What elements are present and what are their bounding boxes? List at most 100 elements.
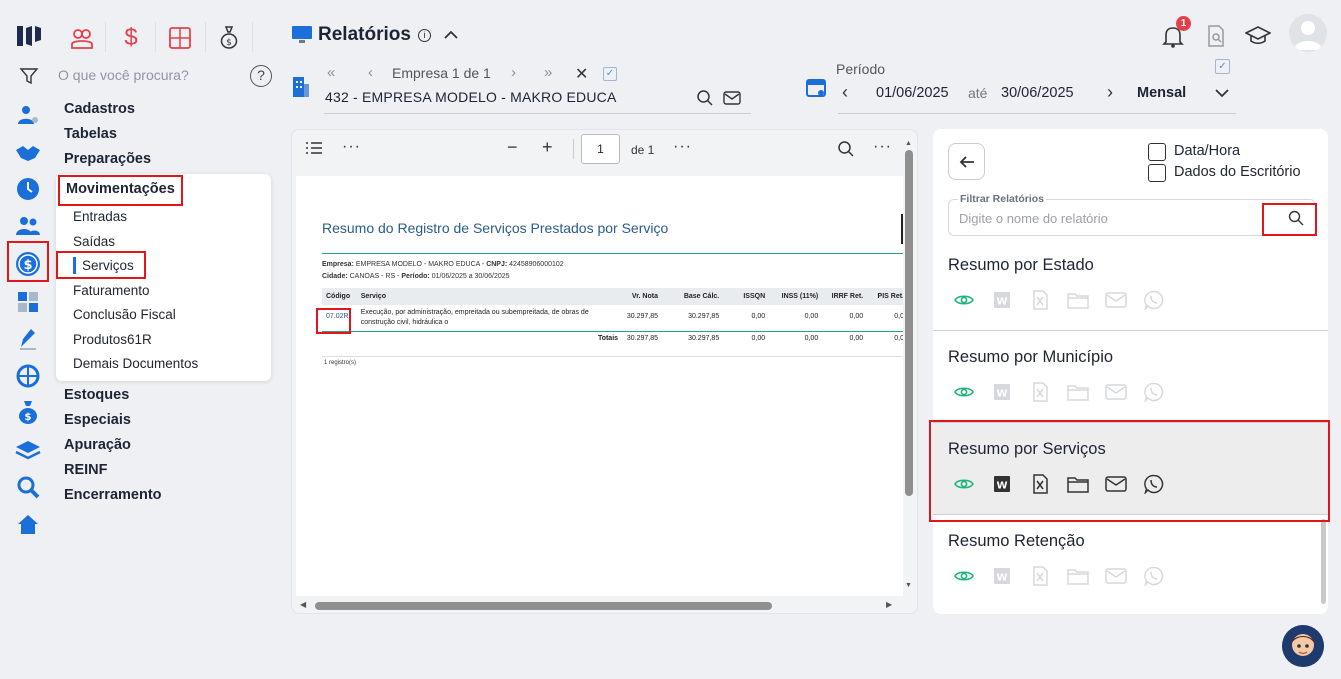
- eye-icon[interactable]: [953, 381, 975, 403]
- whatsapp-icon[interactable]: [1143, 473, 1165, 495]
- horizontal-scrollbar[interactable]: [315, 602, 772, 610]
- submenu-entradas[interactable]: Entradas: [73, 209, 127, 224]
- pdf-search-icon[interactable]: [837, 140, 855, 158]
- menu-cadastros[interactable]: Cadastros: [64, 101, 135, 117]
- menu-preparacoes[interactable]: Preparações: [64, 151, 151, 167]
- menu-reinf[interactable]: REINF: [64, 462, 108, 478]
- eye-icon[interactable]: [953, 289, 975, 311]
- submenu-conclusao-fiscal[interactable]: Conclusão Fiscal: [73, 307, 176, 322]
- info-icon[interactable]: i: [418, 29, 431, 42]
- first-company-button[interactable]: «: [327, 64, 335, 81]
- folder-icon[interactable]: [1067, 381, 1089, 403]
- period-start[interactable]: 01/06/2025: [876, 85, 949, 101]
- scroll-left-arrow[interactable]: ◀: [300, 600, 306, 609]
- close-icon[interactable]: ✕: [575, 64, 588, 84]
- funnel-icon[interactable]: [19, 66, 39, 86]
- magnifier-icon[interactable]: [14, 473, 42, 501]
- next-company-button[interactable]: ›: [511, 64, 516, 81]
- company-name[interactable]: 432 - EMPRESA MODELO - MAKRO EDUCA: [325, 89, 617, 105]
- calculator-icon[interactable]: [14, 288, 42, 316]
- more-center-icon[interactable]: ···: [673, 138, 692, 156]
- menu-tabelas[interactable]: Tabelas: [64, 126, 117, 142]
- menu-apuracao[interactable]: Apuração: [64, 437, 131, 453]
- help-icon[interactable]: ?: [250, 65, 272, 87]
- users-gear-icon[interactable]: [14, 101, 42, 129]
- document-search-icon[interactable]: [1206, 24, 1226, 48]
- filter-search-icon[interactable]: [1288, 210, 1304, 226]
- people-outline-icon[interactable]: [70, 26, 94, 50]
- scroll-down-arrow[interactable]: ▼: [905, 582, 912, 589]
- user-avatar[interactable]: [1289, 14, 1327, 52]
- more-left-icon[interactable]: ···: [342, 138, 361, 156]
- report-item-servicos[interactable]: Resumo por Serviços: [933, 423, 1328, 515]
- menu-encerramento[interactable]: Encerramento: [64, 487, 162, 503]
- back-button[interactable]: [948, 143, 985, 180]
- scroll-up-arrow[interactable]: ▲: [905, 140, 912, 147]
- app-logo[interactable]: [14, 22, 44, 50]
- dollar-sign-icon[interactable]: $: [120, 24, 142, 52]
- excel-icon[interactable]: [1029, 565, 1051, 587]
- zoom-in-button[interactable]: +: [542, 137, 553, 158]
- dollar-icon[interactable]: $: [14, 250, 42, 278]
- word-icon[interactable]: W: [991, 473, 1013, 495]
- folder-icon[interactable]: [1067, 473, 1089, 495]
- word-icon[interactable]: W: [991, 381, 1013, 403]
- period-mode-select[interactable]: Mensal: [1137, 85, 1186, 101]
- folder-icon[interactable]: [1067, 289, 1089, 311]
- filter-input[interactable]: Digite o nome do relatório: [959, 211, 1108, 226]
- mail-icon[interactable]: [723, 90, 741, 106]
- submenu-servicos[interactable]: Serviços: [82, 258, 134, 273]
- word-icon[interactable]: W: [991, 565, 1013, 587]
- pen-icon[interactable]: [14, 325, 42, 353]
- zoom-out-button[interactable]: −: [507, 137, 518, 158]
- period-checkbox[interactable]: ✓: [1215, 59, 1230, 74]
- page-number-input[interactable]: 1: [581, 134, 620, 164]
- excel-icon[interactable]: [1029, 473, 1051, 495]
- eye-icon[interactable]: [953, 565, 975, 587]
- handshake-icon[interactable]: [14, 139, 42, 167]
- company-search-icon[interactable]: [696, 89, 714, 107]
- prev-company-button[interactable]: ‹: [368, 64, 373, 81]
- company-checkbox[interactable]: ✓: [603, 67, 617, 81]
- submenu-faturamento[interactable]: Faturamento: [73, 283, 150, 298]
- vertical-scrollbar[interactable]: [905, 150, 913, 496]
- submenu-saidas[interactable]: Saídas: [73, 234, 115, 249]
- clock-icon[interactable]: [14, 175, 42, 203]
- last-company-button[interactable]: »: [544, 64, 552, 81]
- chevron-down-icon[interactable]: [1214, 86, 1230, 100]
- assistant-avatar[interactable]: [1282, 625, 1324, 667]
- calculator-outline-icon[interactable]: [168, 26, 192, 50]
- email-icon[interactable]: [1105, 473, 1127, 495]
- more-right-icon[interactable]: ···: [873, 138, 892, 156]
- word-icon[interactable]: W: [991, 289, 1013, 311]
- outline-toggle-icon[interactable]: [305, 141, 323, 155]
- graduation-cap-icon[interactable]: [1244, 25, 1272, 47]
- home-icon[interactable]: [14, 510, 42, 538]
- datahora-checkbox[interactable]: [1148, 143, 1166, 161]
- menu-estoques[interactable]: Estoques: [64, 387, 129, 403]
- email-icon[interactable]: [1105, 289, 1127, 311]
- money-bag-outline-icon[interactable]: $: [218, 24, 240, 52]
- panel-scrollbar[interactable]: [1321, 519, 1326, 604]
- email-icon[interactable]: [1105, 565, 1127, 587]
- whatsapp-icon[interactable]: [1143, 289, 1165, 311]
- folder-icon[interactable]: [1067, 565, 1089, 587]
- whatsapp-icon[interactable]: [1143, 381, 1165, 403]
- excel-icon[interactable]: [1029, 289, 1051, 311]
- scroll-right-arrow[interactable]: ▶: [886, 600, 892, 609]
- prev-period-button[interactable]: ‹: [842, 82, 848, 103]
- email-icon[interactable]: [1105, 381, 1127, 403]
- escritorio-checkbox[interactable]: [1148, 164, 1166, 182]
- submenu-produtos61r[interactable]: Produtos61R: [73, 332, 152, 347]
- menu-especiais[interactable]: Especiais: [64, 412, 131, 428]
- layers-icon[interactable]: [14, 436, 42, 464]
- whatsapp-icon[interactable]: [1143, 565, 1165, 587]
- period-end[interactable]: 30/06/2025: [1001, 85, 1074, 101]
- menu-movimentacoes[interactable]: Movimentações: [66, 181, 175, 197]
- people-icon[interactable]: [14, 212, 42, 240]
- eye-icon[interactable]: [953, 473, 975, 495]
- money-bag-icon[interactable]: $: [14, 398, 42, 426]
- next-period-button[interactable]: ›: [1107, 82, 1113, 103]
- menu-search-input[interactable]: O que você procura?: [58, 67, 189, 83]
- globe-gear-icon[interactable]: [14, 362, 42, 390]
